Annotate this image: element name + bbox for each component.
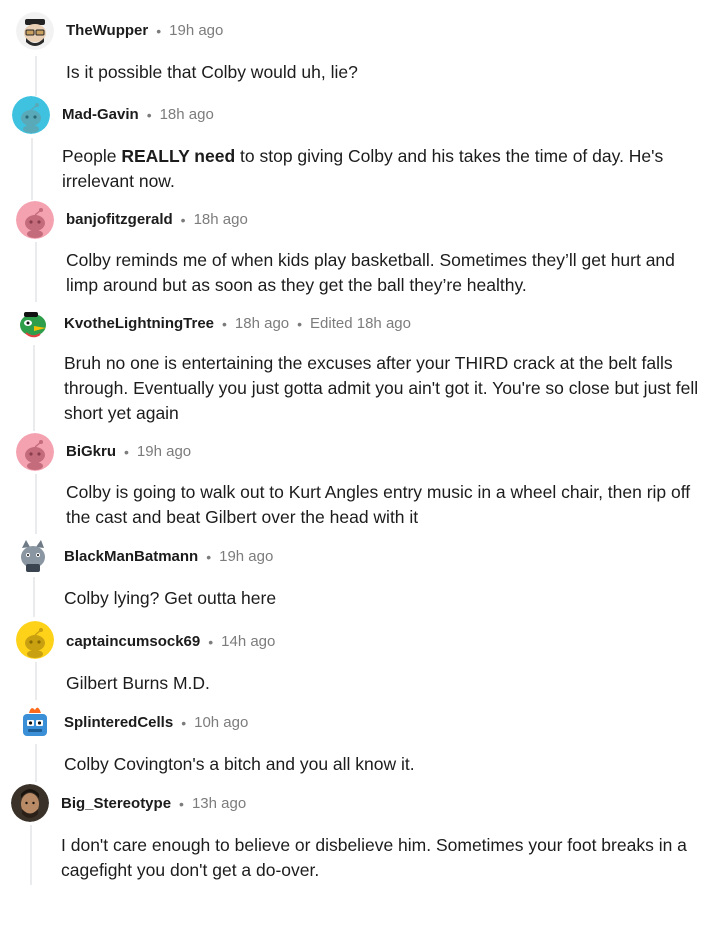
timestamp: 19h ago <box>169 22 224 39</box>
thread-line[interactable] <box>31 138 33 200</box>
snoo-avatar-pink-icon[interactable] <box>16 201 54 239</box>
timestamp: 19h ago <box>219 548 274 565</box>
separator-dot: • <box>146 106 152 123</box>
separator-dot: • <box>124 443 129 460</box>
timestamp: 10h ago <box>194 714 249 731</box>
comment-body: Colby reminds me of when kids play baske… <box>66 250 675 295</box>
timestamp: 18h ago <box>193 211 248 228</box>
timestamp: 13h ago <box>191 795 247 812</box>
timestamp: 18h ago <box>234 315 290 332</box>
timestamp: 18h ago <box>159 106 214 123</box>
thread-line[interactable] <box>35 662 37 700</box>
separator-dot: • <box>180 211 186 228</box>
timestamp: 14h ago <box>221 633 276 650</box>
username[interactable]: Mad-Gavin <box>62 106 139 123</box>
comment-body: Gilbert Burns M.D. <box>66 673 210 693</box>
username[interactable]: KvotheLightningTree <box>64 315 214 332</box>
snoo-avatar-green-bird-icon[interactable] <box>14 304 52 342</box>
username[interactable]: SplinteredCells <box>64 714 173 731</box>
photo-avatar-man-icon[interactable] <box>11 784 49 822</box>
comment-body: Colby Covington's a bitch and you all kn… <box>64 754 415 774</box>
username[interactable]: banjofitzgerald <box>66 211 173 228</box>
thread-line[interactable] <box>30 825 32 885</box>
username[interactable]: Big_Stereotype <box>61 795 171 812</box>
thread-line[interactable] <box>35 56 37 96</box>
snoo-avatar-blue-robot-fire-icon[interactable] <box>16 703 54 741</box>
snoo-avatar-hat-glasses-icon[interactable] <box>16 12 54 50</box>
separator-dot: • <box>222 315 227 332</box>
separator-dot: • <box>208 633 214 650</box>
comment-body: People REALLY need to stop giving Colby … <box>62 144 700 194</box>
comment-body: I don't care enough to believe or disbel… <box>61 835 687 880</box>
thread-line[interactable] <box>35 474 37 534</box>
thread-line[interactable] <box>33 345 35 431</box>
edited-label: Edited 18h ago <box>310 315 411 332</box>
comment-body: Bruh no one is entertaining the excuses … <box>64 353 699 423</box>
timestamp: 19h ago <box>136 443 192 460</box>
username[interactable]: TheWupper <box>66 22 148 39</box>
separator-dot: • <box>156 22 162 39</box>
thread-line[interactable] <box>35 744 37 782</box>
username[interactable]: BlackManBatmann <box>64 548 198 565</box>
separator-dot: • <box>297 315 303 332</box>
snoo-avatar-pink-icon[interactable] <box>16 433 54 471</box>
comment-body: Colby is going to walk out to Kurt Angle… <box>66 482 691 527</box>
snoo-avatar-blue-icon[interactable] <box>12 96 50 134</box>
separator-dot: • <box>181 714 187 731</box>
username[interactable]: captaincumsock69 <box>66 633 200 650</box>
comment-body: Is it possible that Colby would uh, lie? <box>66 62 358 82</box>
comment-text: People <box>62 146 122 166</box>
snoo-avatar-grey-cat-icon[interactable] <box>14 536 52 574</box>
thread-line[interactable] <box>33 577 35 617</box>
snoo-avatar-yellow-icon[interactable] <box>16 621 54 659</box>
comment-bold-text: REALLY need <box>121 146 236 166</box>
separator-dot: • <box>179 795 184 812</box>
username[interactable]: BiGkru <box>66 443 116 460</box>
comment-body: Colby lying? Get outta here <box>64 588 277 608</box>
separator-dot: • <box>206 548 212 565</box>
thread-line[interactable] <box>35 242 37 302</box>
